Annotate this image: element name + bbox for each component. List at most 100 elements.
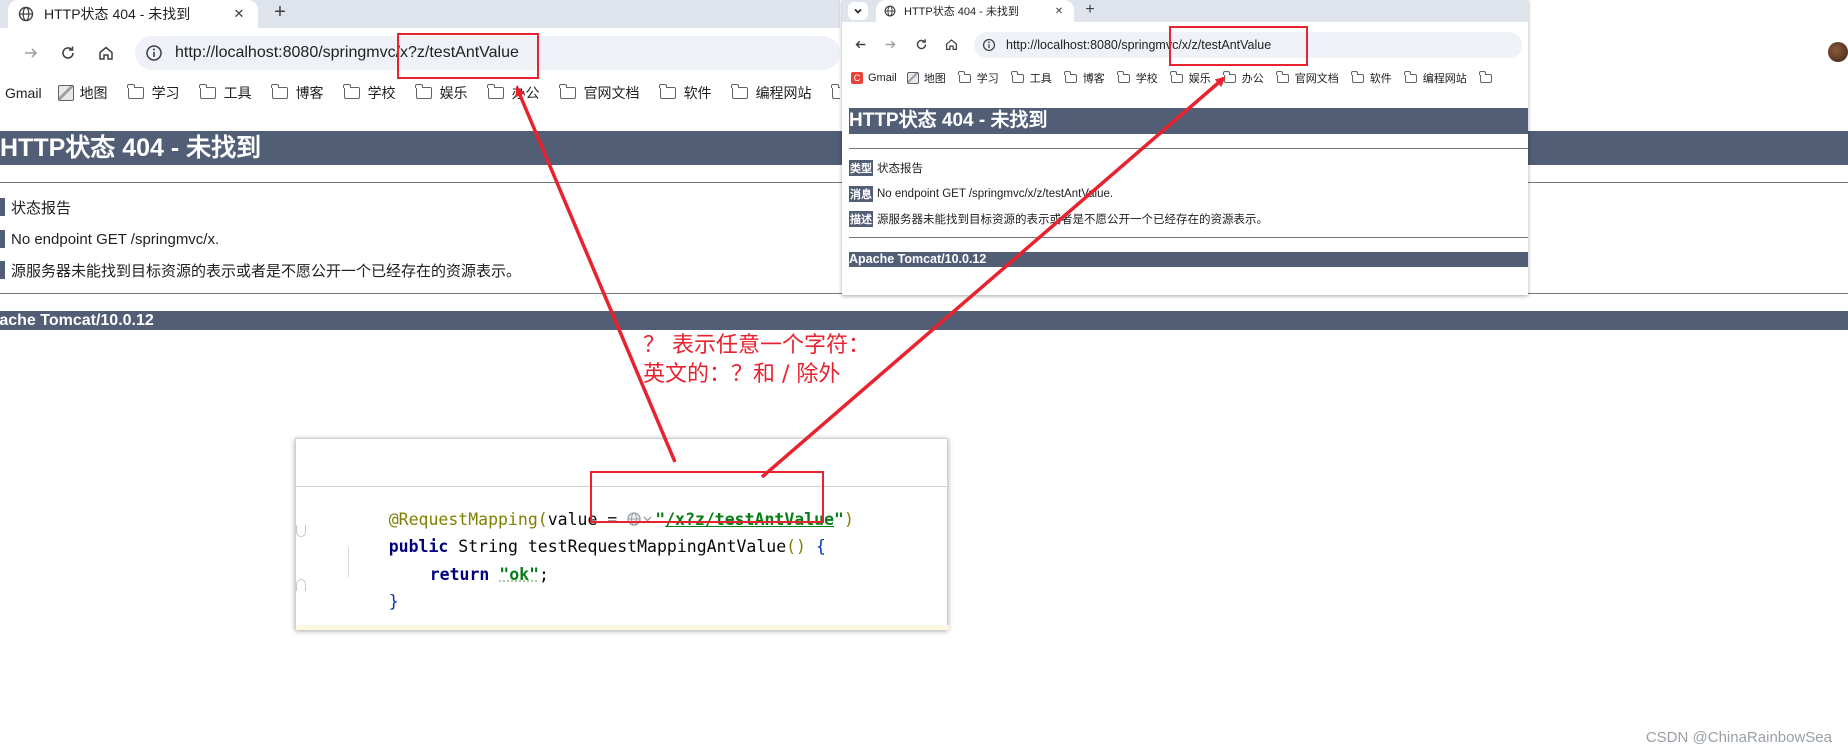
left-tab-title: HTTP状态 404 - 未找到 xyxy=(44,6,191,22)
folder-icon xyxy=(830,84,840,99)
string-quote-close: " xyxy=(834,510,844,529)
right-reload-icon[interactable] xyxy=(911,34,931,54)
left-bookmarks-bar: Gmail 地图 学习 工具 博客 学校 娱乐 办公 官网文档 软件 编程网站 … xyxy=(0,80,840,106)
right-url-highlight-box xyxy=(1169,26,1308,66)
bookmark-gmail[interactable]: C Gmail xyxy=(851,72,897,84)
folder-icon xyxy=(1011,70,1024,83)
method-name-token: testRequestMappingAntValue xyxy=(527,537,787,556)
right-new-tab-button[interactable]: + xyxy=(1080,0,1100,20)
code-value-highlight-box xyxy=(590,471,824,523)
folder-icon xyxy=(1064,70,1077,83)
bookmark-folder-software[interactable]: 软件 xyxy=(1351,70,1392,86)
keyword-token: return xyxy=(429,565,490,584)
left-reload-icon[interactable] xyxy=(55,40,81,66)
bookmark-folder-entertainment[interactable]: 娱乐 xyxy=(1170,70,1211,86)
bookmark-maps[interactable]: 地图 xyxy=(57,83,108,103)
left-new-tab-button[interactable]: + xyxy=(268,0,292,24)
right-page-heading: HTTP状态 404 - 未找到 xyxy=(849,108,1528,134)
folder-icon xyxy=(730,84,748,99)
bookmark-folder-shop[interactable]: 商 xyxy=(830,83,840,103)
left-description-row: 源服务器未能找到目标资源的表示或者是不愿公开一个已经存在的资源表示。 xyxy=(0,259,521,281)
paren-token: () xyxy=(786,537,806,556)
folder-icon xyxy=(198,84,216,99)
folder-icon xyxy=(342,84,360,99)
left-tab-close-icon[interactable]: ✕ xyxy=(230,6,248,22)
folder-icon xyxy=(1276,70,1289,83)
right-tab-close-icon[interactable]: ✕ xyxy=(1052,6,1066,17)
left-url-highlight-box xyxy=(397,33,539,79)
left-active-tab[interactable]: HTTP状态 404 - 未找到 ✕ xyxy=(8,0,258,28)
globe-icon xyxy=(884,5,896,17)
folder-icon xyxy=(1223,70,1236,83)
folder-icon xyxy=(1170,70,1183,83)
bookmark-gmail[interactable]: Gmail xyxy=(5,85,42,101)
annotation-line-1: ？ 表示任意一个字符： xyxy=(643,333,870,358)
left-site-info-icon[interactable] xyxy=(145,44,163,62)
right-message-row: 消息 No endpoint GET /springmvc/x/z/testAn… xyxy=(849,185,1114,202)
right-divider-top xyxy=(849,148,1528,149)
left-type-row: 状态报告 xyxy=(0,196,71,218)
bookmark-folder-software[interactable]: 软件 xyxy=(658,83,712,103)
map-icon xyxy=(57,85,74,101)
folder-icon xyxy=(558,84,576,99)
right-page-footer: Apache Tomcat/10.0.12 xyxy=(849,252,1528,267)
fold-marker-icon[interactable] xyxy=(296,525,306,537)
gmail-icon: C xyxy=(851,72,863,84)
folder-icon xyxy=(1117,70,1130,83)
right-tab-search-icon[interactable] xyxy=(848,2,868,20)
bookmark-folder-office[interactable]: 办公 xyxy=(486,83,540,103)
code-editor-panel: @RequestMapping(value = "/x?z/testAntVal… xyxy=(295,438,949,630)
bookmark-maps[interactable]: 地图 xyxy=(906,70,946,86)
avatar[interactable] xyxy=(1828,42,1848,62)
right-site-info-icon[interactable] xyxy=(982,38,996,52)
code-line-3: return "ok"; xyxy=(390,546,549,603)
right-active-tab[interactable]: HTTP状态 404 - 未找到 ✕ xyxy=(876,0,1074,22)
right-message-label: 消息 xyxy=(849,185,873,202)
watermark: CSDN @ChinaRainbowSea xyxy=(1645,729,1832,746)
bookmark-folder-school[interactable]: 学校 xyxy=(1117,70,1158,86)
bookmark-folder-tools[interactable]: 工具 xyxy=(198,83,252,103)
left-page-footer: Apache Tomcat/10.0.12 xyxy=(0,311,1848,330)
bookmark-folder-coding[interactable]: 编程网站 xyxy=(730,83,812,103)
bookmark-folder-more[interactable] xyxy=(1479,70,1492,83)
bookmark-folder-docs[interactable]: 官网文档 xyxy=(558,83,640,103)
globe-icon xyxy=(18,6,34,22)
bookmark-folder-study[interactable]: 学习 xyxy=(126,83,180,103)
right-home-icon[interactable] xyxy=(941,34,961,54)
left-type-label-edge xyxy=(0,198,5,216)
bookmark-folder-entertainment[interactable]: 娱乐 xyxy=(414,83,468,103)
bookmark-folder-coding[interactable]: 编程网站 xyxy=(1404,70,1467,86)
folder-icon xyxy=(126,84,144,99)
folder-icon xyxy=(958,70,971,83)
right-back-icon[interactable] xyxy=(850,34,870,54)
bookmark-folder-study[interactable]: 学习 xyxy=(958,70,999,86)
string-token: "ok" xyxy=(499,565,540,584)
paren-token: ) xyxy=(843,510,854,529)
left-description-label-edge xyxy=(0,261,5,279)
bookmark-folder-office[interactable]: 办公 xyxy=(1223,70,1264,86)
left-forward-icon[interactable] xyxy=(18,40,44,66)
folder-icon xyxy=(270,84,288,99)
folder-icon xyxy=(1351,70,1364,83)
brace-token: } xyxy=(388,592,399,611)
folder-icon xyxy=(1479,70,1492,83)
bookmark-folder-blog[interactable]: 博客 xyxy=(270,83,324,103)
bookmark-folder-blog[interactable]: 博客 xyxy=(1064,70,1105,86)
code-line-4: } xyxy=(349,573,399,630)
bookmark-folder-docs[interactable]: 官网文档 xyxy=(1276,70,1339,86)
fold-marker-icon[interactable] xyxy=(296,579,306,591)
left-home-icon[interactable] xyxy=(93,40,119,66)
right-bookmarks-bar: C Gmail 地图 学习 工具 博客 学校 娱乐 办公 官网文档 软件 编程网… xyxy=(842,68,1528,88)
folder-icon xyxy=(414,84,432,99)
bookmark-folder-school[interactable]: 学校 xyxy=(342,83,396,103)
folder-icon xyxy=(658,84,676,99)
right-type-label: 类型 xyxy=(849,159,873,176)
right-divider-bottom xyxy=(849,237,1528,238)
left-message-label-edge xyxy=(0,230,5,248)
right-forward-icon[interactable] xyxy=(880,34,900,54)
annotation-line-2: 英文的：？和 / 除外 xyxy=(643,362,841,387)
map-icon xyxy=(906,72,919,84)
folder-icon xyxy=(486,84,504,99)
bookmark-folder-tools[interactable]: 工具 xyxy=(1011,70,1052,86)
right-type-row: 类型 状态报告 xyxy=(849,159,923,176)
